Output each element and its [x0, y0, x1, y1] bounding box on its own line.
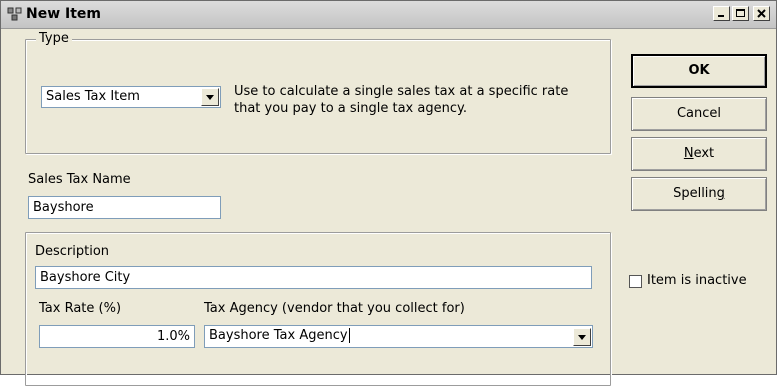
spelling-button[interactable]: Spelling: [631, 177, 767, 211]
item-inactive-checkbox[interactable]: [629, 275, 642, 288]
type-description-line2: that you pay to a single tax agency.: [234, 101, 467, 116]
description-label: Description: [35, 244, 110, 259]
sales-tax-name-label: Sales Tax Name: [28, 172, 131, 187]
type-select-value: Sales Tax Item: [46, 89, 140, 104]
next-button[interactable]: Next: [631, 137, 767, 171]
tax-agency-label: Tax Agency (vendor that you collect for): [204, 301, 465, 316]
title-bar[interactable]: New Item: [1, 1, 776, 29]
item-icon: [7, 7, 23, 21]
tax-agency-select[interactable]: Bayshore Tax Agency: [204, 325, 593, 348]
tax-rate-field[interactable]: 1.0%: [39, 325, 195, 348]
tax-agency-value: Bayshore Tax Agency: [209, 328, 350, 343]
type-description-line1: Use to calculate a single sales tax at a…: [234, 84, 569, 99]
cancel-button[interactable]: Cancel: [631, 97, 767, 131]
tax-rate-label: Tax Rate (%): [39, 301, 122, 316]
type-legend: Type: [36, 31, 72, 46]
ok-button[interactable]: OK: [631, 54, 767, 88]
minimize-icon[interactable]: [713, 6, 730, 21]
type-select[interactable]: Sales Tax Item: [41, 86, 221, 108]
chevron-down-icon[interactable]: [201, 88, 219, 106]
item-inactive-label[interactable]: Item is inactive: [647, 273, 747, 288]
new-item-window: New Item Type Sales Tax Item Use to calc…: [0, 0, 777, 386]
chevron-down-icon[interactable]: [573, 328, 591, 346]
tax-rate-value: 1.0%: [156, 329, 190, 344]
window-title: New Item: [26, 6, 102, 22]
description-field[interactable]: Bayshore City: [35, 266, 592, 289]
dialog-body: Type Sales Tax Item Use to calculate a s…: [1, 29, 776, 386]
sales-tax-name-value: Bayshore: [33, 200, 94, 215]
close-icon[interactable]: [753, 6, 770, 21]
description-value: Bayshore City: [40, 270, 131, 285]
sales-tax-name-field[interactable]: Bayshore: [28, 196, 221, 219]
maximize-icon[interactable]: [732, 6, 749, 21]
